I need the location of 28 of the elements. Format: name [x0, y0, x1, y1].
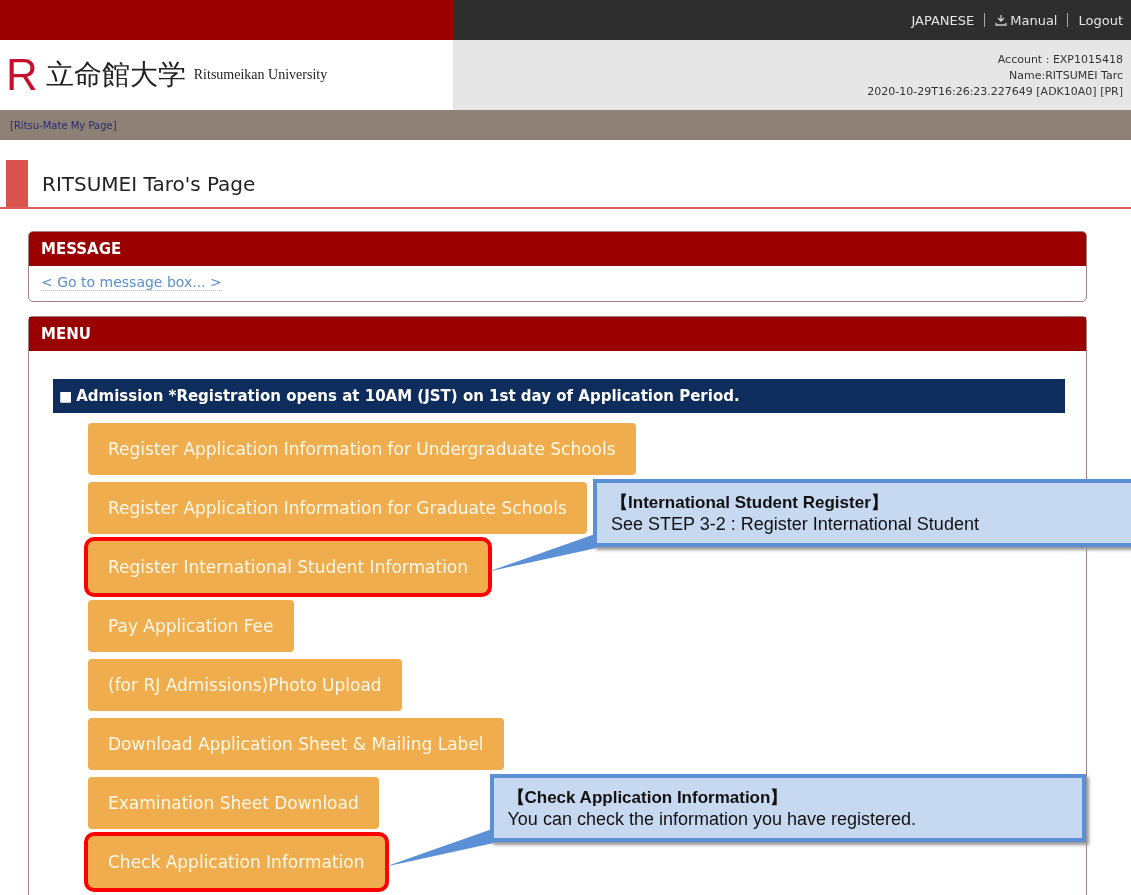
callout-title: 【International Student Register】 — [611, 492, 889, 514]
menu-button[interactable]: Register Application Information for Graduate Schools — [88, 482, 587, 534]
panel-header: MESSAGE — [29, 232, 1086, 266]
top-link[interactable]: Logout — [1078, 12, 1123, 28]
page-title: RITSUMEI Taro's Page — [42, 171, 256, 196]
menu-button[interactable]: Examination Sheet Download — [88, 777, 379, 829]
callout-title: 【Check Application Information】 — [507, 787, 789, 809]
breadcrumb-link[interactable]: [Ritsu-Mate My Page] — [10, 119, 117, 131]
menu-button[interactable]: Pay Application Fee — [88, 600, 294, 652]
logo-kanji: 立命館大学 — [45, 58, 186, 92]
timestamp: 2020-10-29T16:26:23.227649 [ADK10A0] [PR] — [867, 84, 1123, 98]
download-icon — [995, 14, 1008, 26]
menu-button[interactable]: Register Application Information for Undergraduate Schools — [88, 423, 636, 475]
callout-text: You can check the information you have registered. — [507, 809, 918, 830]
panel-header: MENU — [29, 317, 1086, 351]
title-marker — [6, 160, 28, 207]
top-link[interactable]: Manual — [995, 12, 1058, 28]
callout-text: See STEP 3-2 : Register International Student — [611, 514, 980, 535]
logo-letter: R — [6, 53, 38, 97]
menu-button[interactable]: (for RJ Admissions)Photo Upload — [88, 659, 402, 711]
account-id: Account : EXP1015418 — [997, 52, 1123, 66]
bullet-icon: ■ — [59, 388, 73, 404]
top-link[interactable]: JAPANESE — [911, 12, 975, 28]
logo-english: Ritsumeikan University — [193, 67, 328, 83]
section-title: Admission *Registration opens at 10AM (JST) on 1st day of Application Period. — [76, 387, 740, 405]
message-link[interactable]: < Go to message box... > — [41, 274, 222, 291]
account-name: Name:RITSUMEI Tarc — [1009, 68, 1123, 82]
menu-button[interactable]: Download Application Sheet & Mailing Label — [88, 718, 504, 770]
